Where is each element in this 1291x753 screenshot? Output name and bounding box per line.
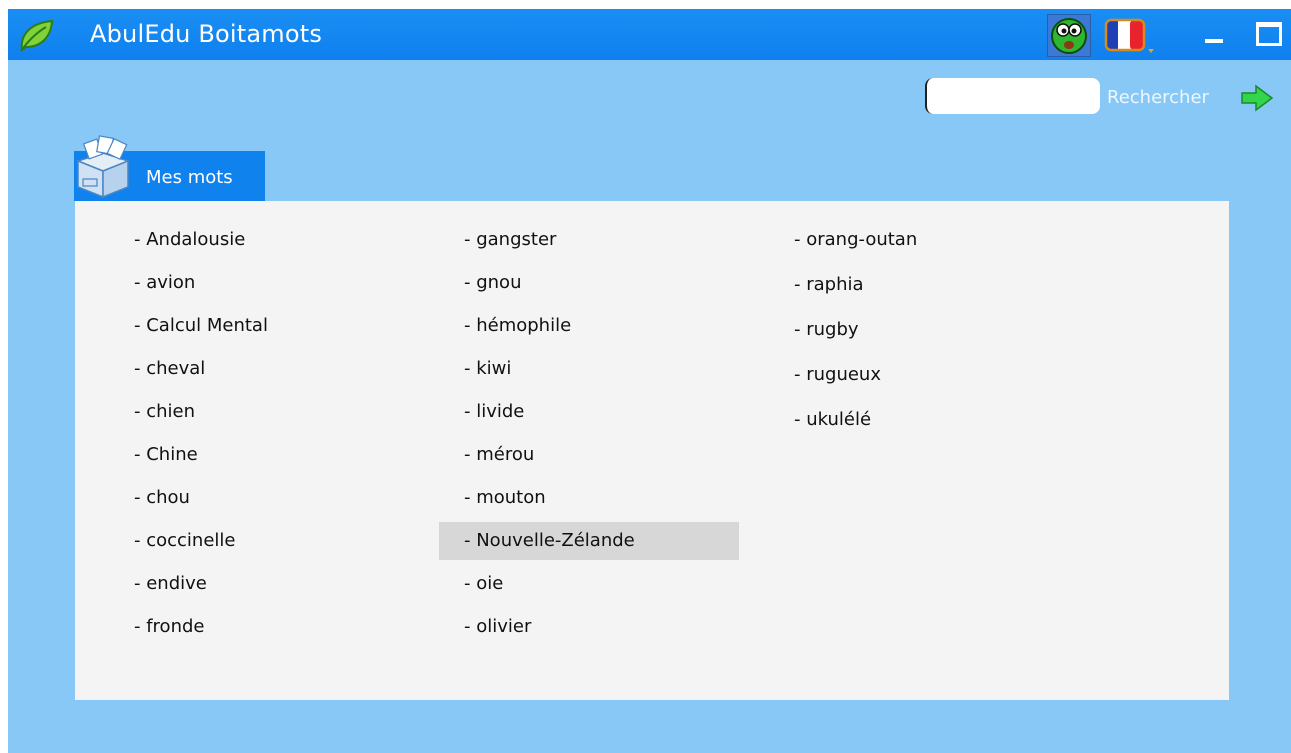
- word-column-3: - orang-outan - raphia - rugby - rugueux - u…: [769, 221, 1069, 446]
- word-box-icon: [75, 135, 131, 199]
- title-bar: AbulEdu Boitamots: [8, 9, 1291, 60]
- list-item[interactable]: - rugby: [769, 311, 1069, 349]
- app-title: AbulEdu Boitamots: [90, 20, 323, 48]
- tab-label: Mes mots: [146, 167, 233, 188]
- list-item[interactable]: - kiwi: [439, 350, 739, 388]
- list-item[interactable]: - livide: [439, 393, 739, 431]
- search-button[interactable]: Rechercher: [1107, 87, 1209, 109]
- list-item[interactable]: - cheval: [109, 350, 409, 388]
- word-column-1: - Andalousie - avion - Calcul Mental - chev…: [109, 221, 409, 651]
- list-item[interactable]: - fronde: [109, 608, 409, 646]
- list-item[interactable]: - Andalousie: [109, 221, 409, 259]
- list-item[interactable]: - hémophile: [439, 307, 739, 345]
- maximize-icon[interactable]: [1256, 22, 1282, 46]
- list-item[interactable]: - chien: [109, 393, 409, 431]
- arrow-right-icon[interactable]: [1240, 84, 1274, 112]
- mascot-icon[interactable]: [1047, 14, 1091, 57]
- tab-mes-mots[interactable]: Mes mots: [74, 135, 265, 201]
- french-flag-icon[interactable]: [1103, 17, 1155, 55]
- list-item[interactable]: - chou: [109, 479, 409, 517]
- list-item[interactable]: - oie: [439, 565, 739, 603]
- list-item[interactable]: - coccinelle: [109, 522, 409, 560]
- list-item[interactable]: - Chine: [109, 436, 409, 474]
- list-item[interactable]: - rugueux: [769, 356, 1069, 394]
- list-item[interactable]: - mouton: [439, 479, 739, 517]
- minimize-icon[interactable]: [1205, 39, 1223, 43]
- word-column-2: - gangster - gnou - hémophile - kiwi - livid…: [439, 221, 739, 651]
- list-item[interactable]: - gnou: [439, 264, 739, 302]
- list-item[interactable]: - orang-outan: [769, 221, 1069, 259]
- word-list-panel: - Andalousie - avion - Calcul Mental - chev…: [75, 201, 1229, 700]
- list-item[interactable]: - raphia: [769, 266, 1069, 304]
- leaf-icon: [20, 19, 54, 52]
- list-item[interactable]: - endive: [109, 565, 409, 603]
- list-item[interactable]: - ukulélé: [769, 401, 1069, 439]
- list-item[interactable]: - Calcul Mental: [109, 307, 409, 345]
- list-item[interactable]: - Nouvelle-Zélande: [439, 522, 739, 560]
- list-item[interactable]: - mérou: [439, 436, 739, 474]
- app-window: AbulEdu Boitamots Rechercher Mes mots - …: [8, 9, 1291, 753]
- list-item[interactable]: - gangster: [439, 221, 739, 259]
- list-item[interactable]: - avion: [109, 264, 409, 302]
- search-input[interactable]: [925, 78, 1100, 114]
- list-item[interactable]: - olivier: [439, 608, 739, 646]
